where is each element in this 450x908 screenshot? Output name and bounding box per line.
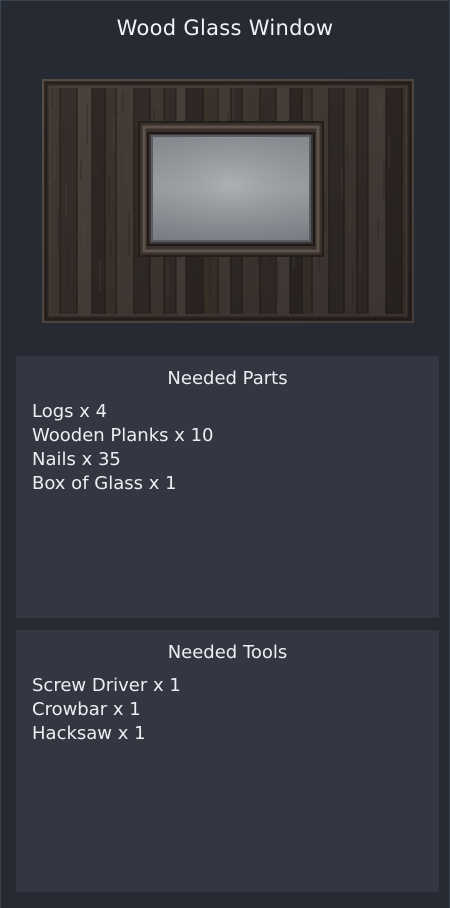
- needed-parts-panel: Needed Parts Logs x 4 Wooden Planks x 10…: [16, 356, 439, 618]
- item-title: Wood Glass Window: [116, 16, 334, 40]
- needed-tools-list: Screw Driver x 1 Crowbar x 1 Hacksaw x 1: [32, 674, 181, 746]
- needed-parts-title: Needed Parts: [167, 368, 288, 389]
- list-item: Hacksaw x 1: [32, 723, 146, 744]
- list-item: Logs x 4: [32, 401, 108, 422]
- list-item: Crowbar x 1: [32, 699, 141, 720]
- wood-glass-window-icon: [42, 79, 414, 323]
- list-item: Box of Glass x 1: [32, 473, 177, 494]
- list-item: Wooden Planks x 10: [32, 425, 214, 446]
- list-item: Screw Driver x 1: [32, 675, 181, 696]
- needed-tools-title: Needed Tools: [167, 642, 288, 663]
- needed-tools-panel: Needed Tools Screw Driver x 1 Crowbar x …: [16, 630, 439, 892]
- list-item: Nails x 35: [32, 449, 121, 470]
- needed-parts-list: Logs x 4 Wooden Planks x 10 Nails x 35 B…: [32, 400, 214, 496]
